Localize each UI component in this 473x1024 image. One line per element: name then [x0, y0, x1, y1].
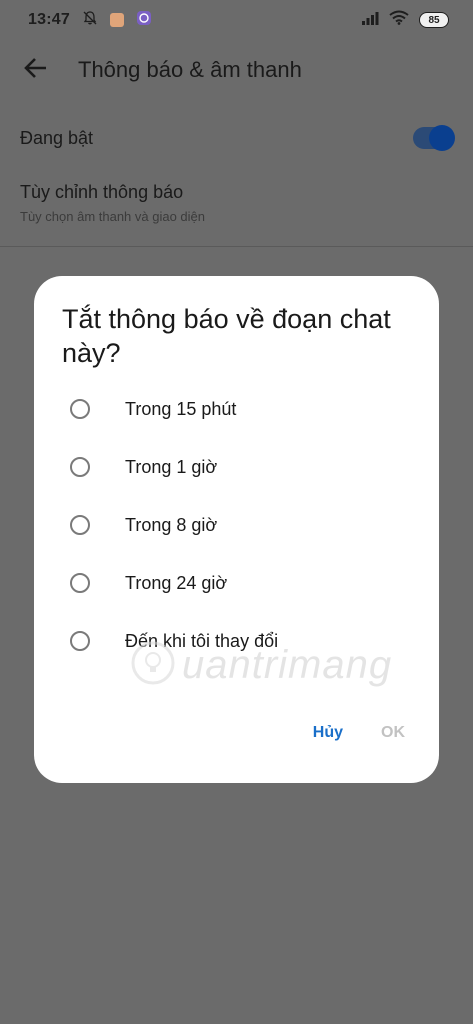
- toggle-knob: [429, 125, 455, 151]
- wifi-icon: [389, 10, 409, 30]
- option-24-hours[interactable]: Trong 24 giờ: [34, 554, 439, 612]
- option-until-changed[interactable]: Đến khi tôi thay đổi: [34, 612, 439, 670]
- arrow-left-icon: [23, 55, 49, 86]
- option-15-minutes[interactable]: Trong 15 phút: [34, 380, 439, 438]
- radio-button[interactable]: [70, 399, 90, 419]
- custom-notifications-row[interactable]: Tùy chỉnh thông báo Tùy chọn âm thanh và…: [20, 182, 205, 224]
- notifications-toggle[interactable]: [413, 125, 455, 151]
- dialog-title: Tắt thông báo về đoạn chat này?: [62, 304, 391, 368]
- option-label: Trong 15 phút: [125, 398, 237, 419]
- option-label: Trong 24 giờ: [125, 572, 228, 593]
- status-bar: 13:47 85: [0, 0, 473, 40]
- radio-button[interactable]: [70, 631, 90, 651]
- option-1-hour[interactable]: Trong 1 giờ: [34, 438, 439, 496]
- divider: [0, 246, 473, 247]
- status-time: 13:47: [28, 11, 70, 28]
- radio-button[interactable]: [70, 457, 90, 477]
- option-label: Trong 8 giờ: [125, 514, 218, 535]
- option-8-hours[interactable]: Trong 8 giờ: [34, 496, 439, 554]
- custom-notifications-subtitle: Tùy chọn âm thanh và giao diện: [20, 209, 206, 224]
- enabled-label: Đang bật: [20, 127, 94, 148]
- notifications-enabled-row[interactable]: Đang bật: [0, 112, 473, 164]
- ok-button[interactable]: OK: [377, 720, 409, 746]
- viber-icon: [136, 10, 152, 31]
- cancel-button[interactable]: Hủy: [309, 720, 347, 746]
- custom-notifications-title: Tùy chỉnh thông báo: [20, 182, 184, 202]
- app-header: Thông báo & âm thanh: [0, 46, 473, 94]
- dialog-actions: Hủy OK: [309, 720, 409, 746]
- mute-dialog: Tắt thông báo về đoạn chat này? Trong 15…: [34, 276, 439, 783]
- radio-button[interactable]: [70, 573, 90, 593]
- back-button[interactable]: [16, 50, 56, 90]
- mute-options: Trong 15 phút Trong 1 giờ Trong 8 giờ Tr…: [34, 380, 439, 670]
- option-label: Trong 1 giờ: [125, 456, 218, 477]
- status-left: 13:47: [28, 10, 152, 31]
- bell-off-icon: [82, 10, 98, 31]
- page-title: Thông báo & âm thanh: [78, 57, 302, 82]
- status-right: 85: [361, 10, 449, 30]
- app-notification-icon: [109, 13, 124, 27]
- signal-icon: [361, 11, 379, 30]
- battery-level: 85: [428, 14, 440, 26]
- battery-icon: 85: [419, 12, 449, 28]
- option-label: Đến khi tôi thay đổi: [125, 630, 279, 651]
- radio-button[interactable]: [70, 515, 90, 535]
